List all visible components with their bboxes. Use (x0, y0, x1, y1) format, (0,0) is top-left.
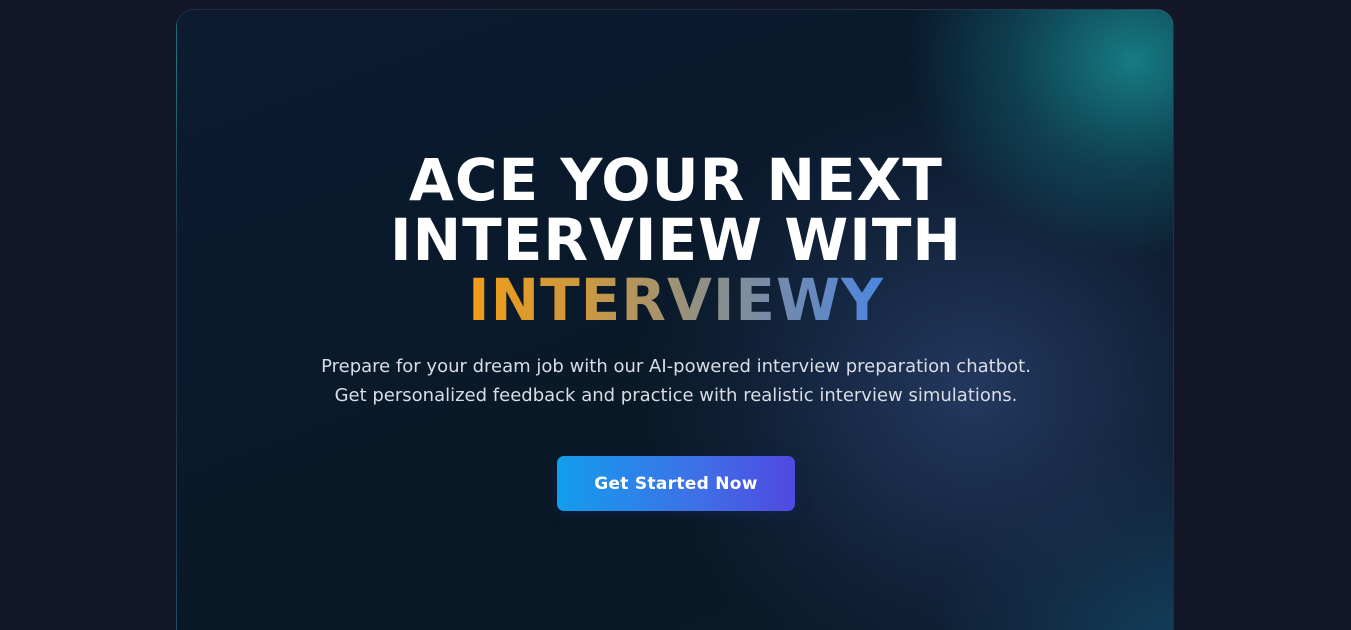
hero-subtitle: Prepare for your dream job with our AI-p… (177, 352, 1173, 410)
subtitle-line-2: Get personalized feedback and practice w… (334, 385, 1018, 406)
headline-line-1: ACE YOUR NEXT (409, 146, 943, 214)
subtitle-line-1: Prepare for your dream job with our AI-p… (321, 356, 1031, 377)
brand-name: INTERVIEWY (467, 266, 885, 334)
headline-line-2: INTERVIEW WITH (390, 206, 962, 274)
headline-line-3: INTERVIEWY (177, 266, 1173, 334)
hero-section: ACE YOUR NEXT INTERVIEW WITH INTERVIEWY … (176, 9, 1174, 630)
get-started-button[interactable]: Get Started Now (557, 456, 795, 511)
hero-headline: ACE YOUR NEXT INTERVIEW WITH INTERVIEWY (177, 146, 1173, 334)
page: ACE YOUR NEXT INTERVIEW WITH INTERVIEWY … (0, 0, 1351, 630)
